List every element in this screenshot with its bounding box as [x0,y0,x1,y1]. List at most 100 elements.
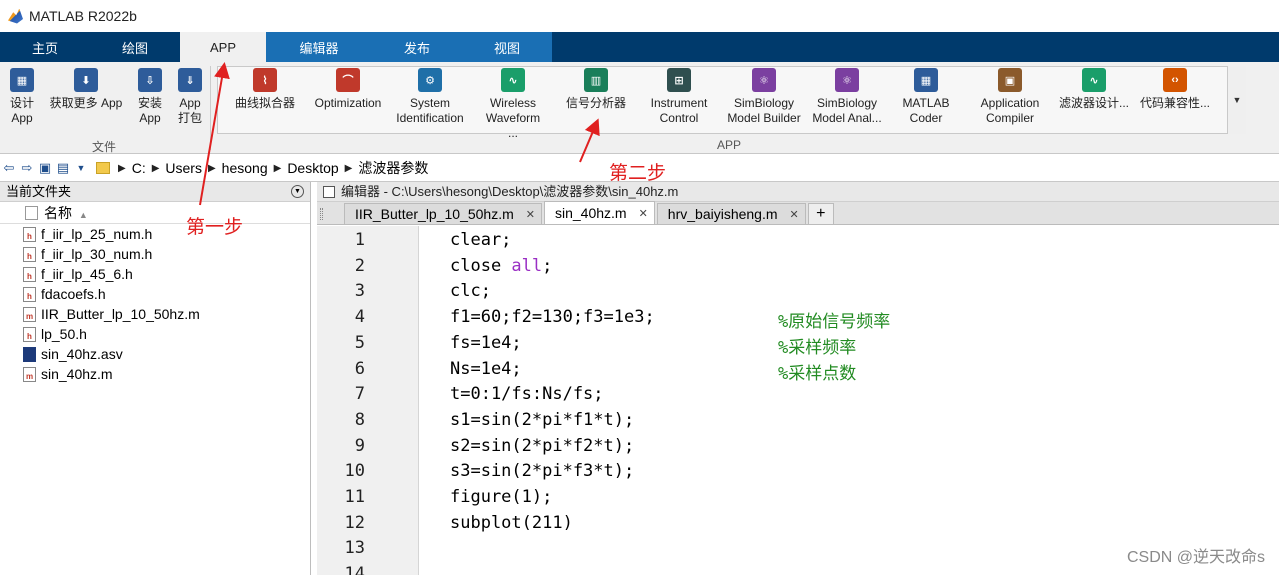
breadcrumb-desktop[interactable]: Desktop [287,160,338,176]
header-file-icon: h [23,286,36,302]
code-line[interactable]: close all; [450,256,552,276]
matlab-file-icon: m [23,306,36,322]
name-column-header[interactable]: 名称 ▲ [0,202,310,224]
chevron-down-icon: ▼ [1232,95,1242,105]
file-list-item[interactable]: h fdacoefs.h [0,284,310,304]
code-line[interactable]: s2=sin(2*pi*f2*t); [450,436,634,456]
new-tab-plus-icon[interactable]: + [807,203,834,224]
line-number: 5 [354,332,365,353]
package-app-button[interactable]: ⇓ App 打包 [174,68,206,126]
tab-editor[interactable]: 编辑器 [266,32,372,62]
code-line[interactable]: f1=60;f2=130;f3=1e3; [450,307,655,327]
code-area[interactable]: 1 clear; 2 close all; 3 clc; 4 f1=60;f2=130;f3=… [317,226,1279,575]
file-list-item[interactable]: h f_iir_lp_45_6.h [0,264,310,284]
signal-analyzer-app-button[interactable]: ▥ 信号分析器 [560,68,632,111]
breadcrumb-filter-params[interactable]: 滤波器参数 [358,158,428,178]
system-identification-app-button[interactable]: ⚙ System Identification [394,68,466,126]
simbiology-analyzer-icon: ⚛ [835,68,859,92]
editor-tab-sin-40hz[interactable]: sin_40hz.m ✕ [543,201,655,224]
optimization-icon: ⌒ [336,68,360,92]
file-list-item[interactable]: sin_40hz.asv [0,344,310,364]
code-line[interactable]: clear; [450,230,511,250]
code-compatibility-app-button[interactable]: ‹› 代码兼容性... [1138,68,1212,111]
tab-home[interactable]: 主页 [0,32,90,62]
wireless-waveform-icon: ∿ [501,68,525,92]
application-compiler-app-button[interactable]: ▣ Application Compiler [972,68,1048,126]
gallery-expand-button[interactable]: ▼ [1227,66,1246,134]
sort-ascending-icon: ▲ [78,210,88,220]
file-list: h f_iir_lp_25_num.h h f_iir_lp_30_num.h h f_i… [0,224,310,384]
code-line[interactable]: clc; [450,281,491,301]
file-name: lp_50.h [41,326,87,342]
tab-publish[interactable]: 发布 [372,32,462,62]
annotation-step-two: 第二步 [609,163,667,184]
ribbon: ▦ 设计 App ⬇ 获取更多 App ⇩ 安装 App ⇓ App 打包 文件… [0,62,1279,154]
window-title: MATLAB R2022b [29,8,137,24]
design-app-button[interactable]: ▦ 设计 App [6,68,38,126]
line-number: 6 [354,358,365,379]
browse-folder-icon[interactable]: ▤ [54,159,72,177]
optimization-app-button[interactable]: ⌒ Optimization [309,68,387,111]
code-line[interactable]: t=0:1/fs:Ns/fs; [450,384,604,404]
group-divider [210,66,211,150]
breadcrumb-separator-icon: ▶ [118,162,126,174]
autosave-file-icon [23,346,36,362]
get-more-apps-button[interactable]: ⬇ 获取更多 App [46,68,126,111]
tab-view[interactable]: 视图 [462,32,552,62]
breadcrumb-users[interactable]: Users [165,160,202,176]
app-label: Instrument Control [650,96,708,125]
filter-designer-app-button[interactable]: ∿ 滤波器设计... [1057,68,1131,111]
file-header-icon [25,206,38,220]
ribbon-tab-strip: 主页 绘图 APP 编辑器 发布 视图 [0,32,1279,62]
file-list-item[interactable]: m IIR_Butter_lp_10_50hz.m [0,304,310,324]
breadcrumb-c[interactable]: C: [132,160,146,176]
close-icon[interactable]: ✕ [790,208,799,221]
tab-apps[interactable]: APP [180,32,266,62]
app-group-label: APP [717,138,742,152]
file-list-item[interactable]: m sin_40hz.m [0,364,310,384]
matlab-logo-icon [8,8,23,24]
editor-tab-hrv-baiyisheng[interactable]: hrv_baiyisheng.m ✕ [656,203,806,224]
breadcrumb-separator-icon: ▶ [273,162,282,174]
instrument-control-app-button[interactable]: ⊞ Instrument Control [641,68,717,126]
code-comment: %采样频率 [778,337,857,358]
keyword: all [511,255,543,276]
curve-fitter-app-button[interactable]: ⌇ 曲线拟合器 [229,68,301,111]
file-name: sin_40hz.m [41,366,113,382]
back-arrow-icon[interactable]: ⇦ [0,159,18,177]
code-line[interactable]: Ns=1e4; [450,359,522,379]
tab-plots[interactable]: 绘图 [90,32,180,62]
line-number: 1 [354,230,365,250]
code-compatibility-icon: ‹› [1163,68,1187,92]
editor-tab-iir-butter[interactable]: IIR_Butter_lp_10_50hz.m ✕ [344,203,542,224]
up-folder-icon[interactable]: ▣ [36,159,54,177]
simbiology-analyzer-app-button[interactable]: ⚛ SimBiology Model Anal... [807,68,887,126]
file-list-item[interactable]: h f_iir_lp_25_num.h [0,224,310,244]
install-app-button[interactable]: ⇩ 安装 App [134,68,166,126]
panel-menu-icon[interactable]: ▼ [291,185,304,198]
app-label: 滤波器设计... [1058,96,1129,110]
line-number: 4 [354,307,365,328]
code-line[interactable]: s3=sin(2*pi*f3*t); [450,461,634,481]
app-label: Wireless Waveform ... [485,96,541,140]
close-icon[interactable]: ✕ [526,208,535,221]
forward-arrow-icon[interactable]: ⇨ [18,159,36,177]
code-line[interactable]: fs=1e4; [450,333,522,353]
get-more-apps-icon: ⬇ [74,68,98,92]
code-line[interactable]: figure(1); [450,487,552,507]
code-line[interactable]: s1=sin(2*pi*f1*t); [450,410,634,430]
header-file-icon: h [23,266,36,282]
matlab-coder-app-button[interactable]: ▦ MATLAB Coder [893,68,959,126]
breadcrumb-hesong[interactable]: hesong [222,160,268,176]
file-group-label: 文件 [92,140,117,154]
dropdown-arrow-icon[interactable]: ▼ [72,159,90,177]
close-icon[interactable]: ✕ [639,207,648,220]
wireless-waveform-app-button[interactable]: ∿ Wireless Waveform ... [480,68,546,141]
filter-designer-icon: ∿ [1082,68,1106,92]
line-number: 2 [354,255,365,276]
breadcrumb-separator-icon: ▶ [207,162,216,174]
file-list-item[interactable]: h f_iir_lp_30_num.h [0,244,310,264]
simbiology-builder-app-button[interactable]: ⚛ SimBiology Model Builder [724,68,804,126]
file-list-item[interactable]: h lp_50.h [0,324,310,344]
code-line[interactable]: subplot(211) [450,513,573,533]
